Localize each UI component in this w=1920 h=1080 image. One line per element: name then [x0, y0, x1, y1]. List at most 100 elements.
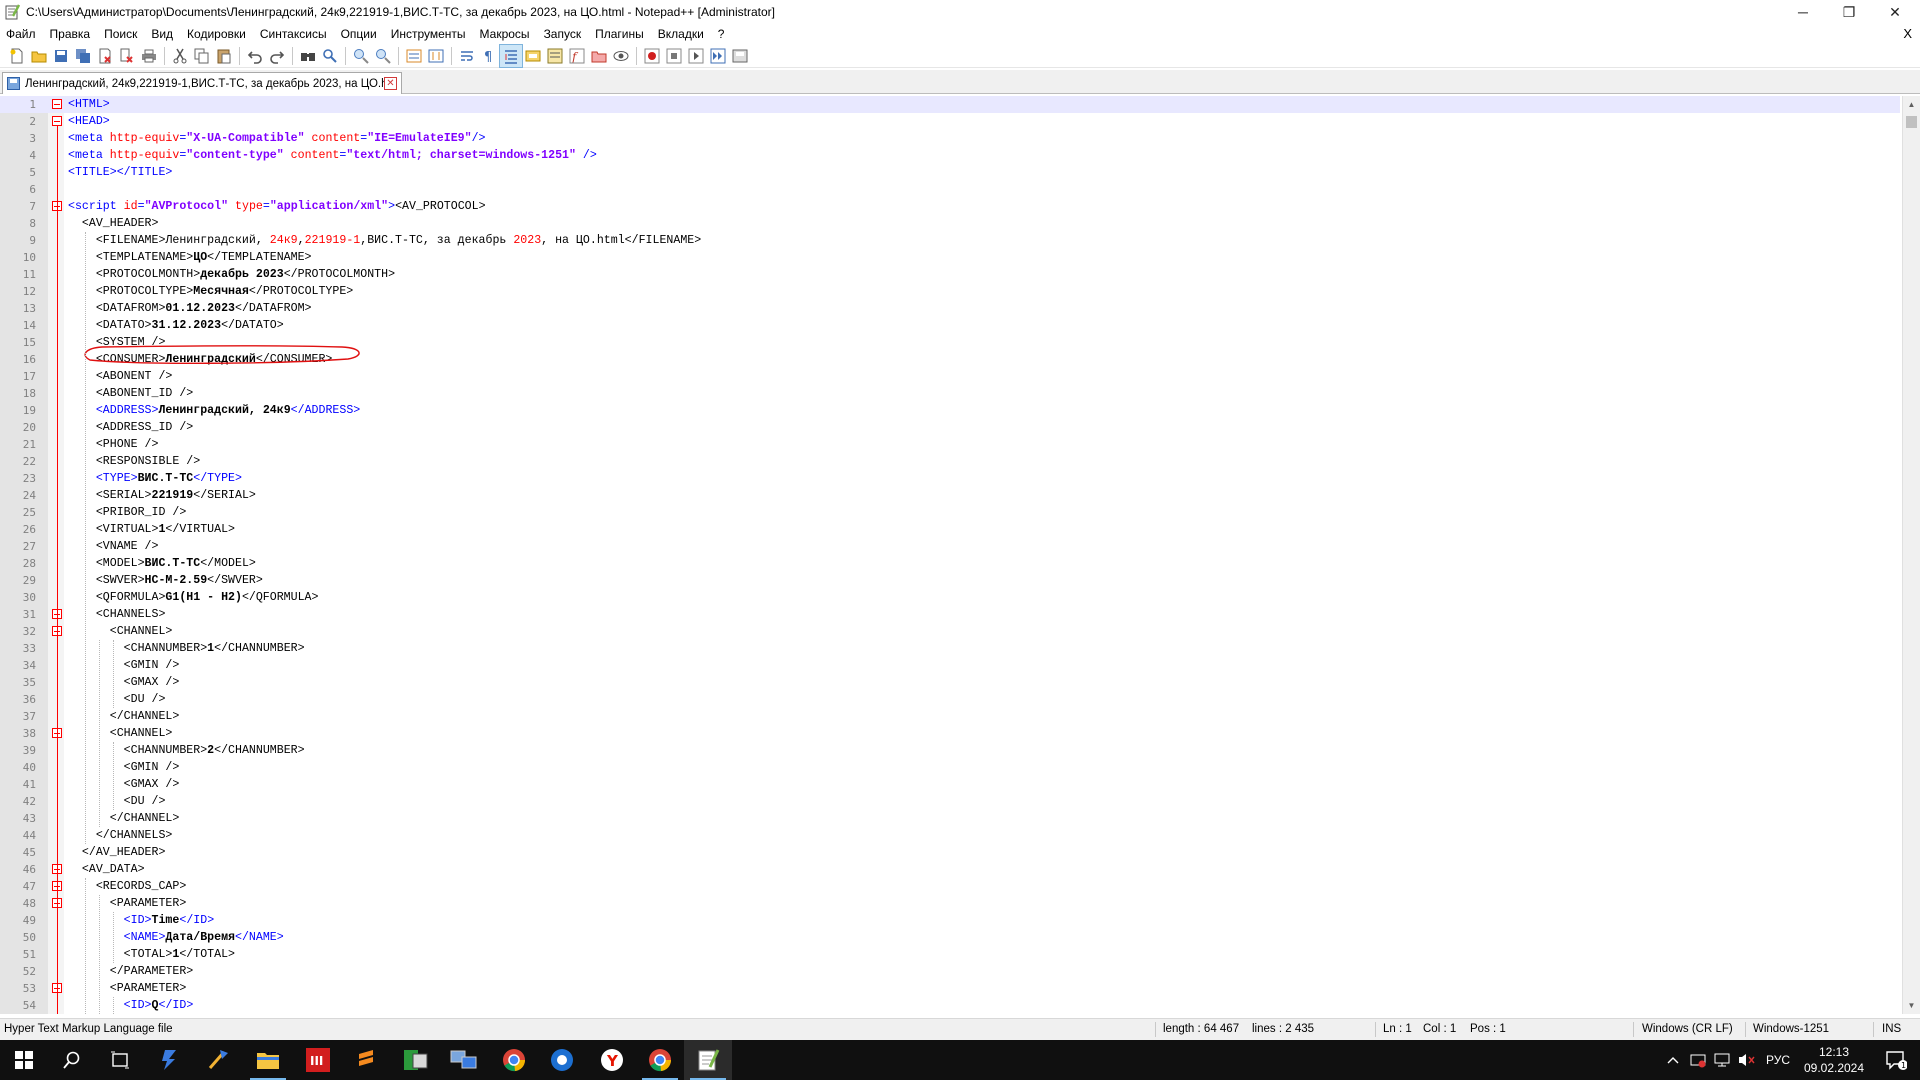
copy-icon[interactable]	[191, 45, 213, 67]
code-line[interactable]: 29 <SWVER>НС-М-2.59</SWVER>	[0, 572, 1900, 589]
redo-icon[interactable]	[266, 45, 288, 67]
code-line[interactable]: 5 <TITLE></TITLE>	[0, 164, 1900, 181]
code-line[interactable]: 8 <AV_HEADER>	[0, 215, 1900, 232]
code-line[interactable]: 24 <SERIAL>221919</SERIAL>	[0, 487, 1900, 504]
menu-view[interactable]: Вид	[145, 24, 181, 44]
code-line[interactable]: 46 <AV_DATA>	[0, 861, 1900, 878]
code-line[interactable]: 17 <ABONENT />	[0, 368, 1900, 385]
menu-settings[interactable]: Опции	[335, 24, 385, 44]
code-line[interactable]: 4 <meta http-equiv="content-type" content…	[0, 147, 1900, 164]
code-line[interactable]: 15 <SYSTEM />	[0, 334, 1900, 351]
start-button[interactable]	[0, 1040, 48, 1080]
function-list-icon[interactable]: f	[566, 45, 588, 67]
code-line[interactable]: 26 <VIRTUAL>1</VIRTUAL>	[0, 521, 1900, 538]
code-line[interactable]: 23 <TYPE>ВИС.Т-ТС</TYPE>	[0, 470, 1900, 487]
user-defined-language-icon[interactable]	[522, 45, 544, 67]
code-line[interactable]: 12 <PROTOCOLTYPE>Месячная</PROTOCOLTYPE>	[0, 283, 1900, 300]
cut-icon[interactable]	[169, 45, 191, 67]
code-line[interactable]: 49 <ID>Time</ID>	[0, 912, 1900, 929]
chrome-icon[interactable]	[490, 1040, 538, 1080]
editor[interactable]: 1 <HTML> 2 <HEAD> 3 <meta http-equiv="X-UA-Co…	[0, 96, 1920, 1014]
menu-run[interactable]: Запуск	[538, 24, 590, 44]
code-line[interactable]: 22 <RESPONSIBLE />	[0, 453, 1900, 470]
code-line[interactable]: 50 <NAME>Дата/Время</NAME>	[0, 929, 1900, 946]
code-line[interactable]: 31 <CHANNELS>	[0, 606, 1900, 623]
code-line[interactable]: 40 <GMIN />	[0, 759, 1900, 776]
code-line[interactable]: 43 </CHANNEL>	[0, 810, 1900, 827]
file-explorer-icon[interactable]	[244, 1040, 292, 1080]
zoom-in-icon[interactable]	[350, 45, 372, 67]
tray-network-icon[interactable]	[1710, 1040, 1734, 1080]
fold-toggle-icon[interactable]	[52, 99, 62, 109]
menu-encoding[interactable]: Кодировки	[181, 24, 254, 44]
code-line[interactable]: 2 <HEAD>	[0, 113, 1900, 130]
menu-plugins[interactable]: Плагины	[589, 24, 652, 44]
app-office-icon[interactable]	[392, 1040, 440, 1080]
tab-document[interactable]: Ленинградский, 24к9,221919-1,ВИС.Т-ТС, з…	[2, 72, 402, 94]
menu-window[interactable]: Вкладки	[652, 24, 712, 44]
search-icon[interactable]	[48, 1040, 96, 1080]
code-line[interactable]: 53 <PARAMETER>	[0, 980, 1900, 997]
word-wrap-icon[interactable]	[456, 45, 478, 67]
folder-as-workspace-icon[interactable]	[588, 45, 610, 67]
close-file-icon[interactable]	[94, 45, 116, 67]
code-line[interactable]: 25 <PRIBOR_ID />	[0, 504, 1900, 521]
code-line[interactable]: 51 <TOTAL>1</TOTAL>	[0, 946, 1900, 963]
close-document-button[interactable]: X	[1903, 24, 1912, 44]
code-line[interactable]: 41 <GMAX />	[0, 776, 1900, 793]
app-blue-browser-icon[interactable]	[538, 1040, 586, 1080]
undo-icon[interactable]	[244, 45, 266, 67]
app-ultra-icon[interactable]: III	[294, 1040, 342, 1080]
save-all-icon[interactable]	[72, 45, 94, 67]
tab-close-icon[interactable]: ✕	[384, 77, 397, 90]
tray-clock[interactable]: 12:13 09.02.2024	[1798, 1044, 1870, 1076]
new-file-icon[interactable]	[6, 45, 28, 67]
scroll-down-icon[interactable]: ▼	[1903, 997, 1920, 1014]
menu-search[interactable]: Поиск	[98, 24, 145, 44]
sync-horizontal-icon[interactable]	[425, 45, 447, 67]
code-line[interactable]: 3 <meta http-equiv="X-UA-Compatible" cont…	[0, 130, 1900, 147]
code-line[interactable]: 18 <ABONENT_ID />	[0, 385, 1900, 402]
notification-center-icon[interactable]: 1	[1878, 1040, 1914, 1080]
app-sublime-icon[interactable]	[342, 1040, 390, 1080]
menu-language[interactable]: Синтаксисы	[254, 24, 335, 44]
code-line[interactable]: 19 <ADDRESS>Ленинградский, 24к9</ADDRESS…	[0, 402, 1900, 419]
save-icon[interactable]	[50, 45, 72, 67]
code-line[interactable]: 37 </CHANNEL>	[0, 708, 1900, 725]
print-icon[interactable]	[138, 45, 160, 67]
code-line[interactable]: 34 <GMIN />	[0, 657, 1900, 674]
code-line[interactable]: 20 <ADDRESS_ID />	[0, 419, 1900, 436]
code-line[interactable]: 16 <CONSUMER>Ленинградский</CONSUMER>	[0, 351, 1900, 368]
close-all-icon[interactable]	[116, 45, 138, 67]
macro-stop-icon[interactable]	[663, 45, 685, 67]
tray-language[interactable]: РУС	[1762, 1040, 1794, 1080]
sync-vertical-icon[interactable]	[403, 45, 425, 67]
tray-chevron-up-icon[interactable]	[1660, 1040, 1686, 1080]
code-line[interactable]: 10 <TEMPLATENAME>ЦО</TEMPLATENAME>	[0, 249, 1900, 266]
menu-file[interactable]: Файл	[0, 24, 44, 44]
code-line[interactable]: 42 <DU />	[0, 793, 1900, 810]
scrollbar-thumb[interactable]	[1906, 116, 1917, 128]
restore-button[interactable]: ❐	[1826, 0, 1872, 24]
code-line[interactable]: 13 <DATAFROM>01.12.2023</DATAFROM>	[0, 300, 1900, 317]
menu-edit[interactable]: Правка	[44, 24, 99, 44]
yandex-browser-icon[interactable]: Y	[588, 1040, 636, 1080]
notepadpp-taskbar-icon[interactable]	[684, 1040, 732, 1080]
minimize-button[interactable]: ─	[1780, 0, 1826, 24]
document-map-icon[interactable]	[544, 45, 566, 67]
app-network-icon[interactable]	[440, 1040, 488, 1080]
macro-play-icon[interactable]	[685, 45, 707, 67]
task-view-icon[interactable]	[96, 1040, 144, 1080]
code-line[interactable]: 11 <PROTOCOLMONTH>декабрь 2023</PROTOCOL…	[0, 266, 1900, 283]
find-icon[interactable]	[297, 45, 319, 67]
code-line[interactable]: 1 <HTML>	[0, 96, 1900, 113]
code-line[interactable]: 30 <QFORMULA>G1(H1 - H2)</QFORMULA>	[0, 589, 1900, 606]
code-line[interactable]: 27 <VNAME />	[0, 538, 1900, 555]
paste-icon[interactable]	[213, 45, 235, 67]
tray-volume-muted-icon[interactable]	[1734, 1040, 1760, 1080]
zoom-out-icon[interactable]	[372, 45, 394, 67]
code-line[interactable]: 36 <DU />	[0, 691, 1900, 708]
code-line[interactable]: 38 <CHANNEL>	[0, 725, 1900, 742]
menu-tools[interactable]: Инструменты	[385, 24, 474, 44]
code-line[interactable]: 32 <CHANNEL>	[0, 623, 1900, 640]
